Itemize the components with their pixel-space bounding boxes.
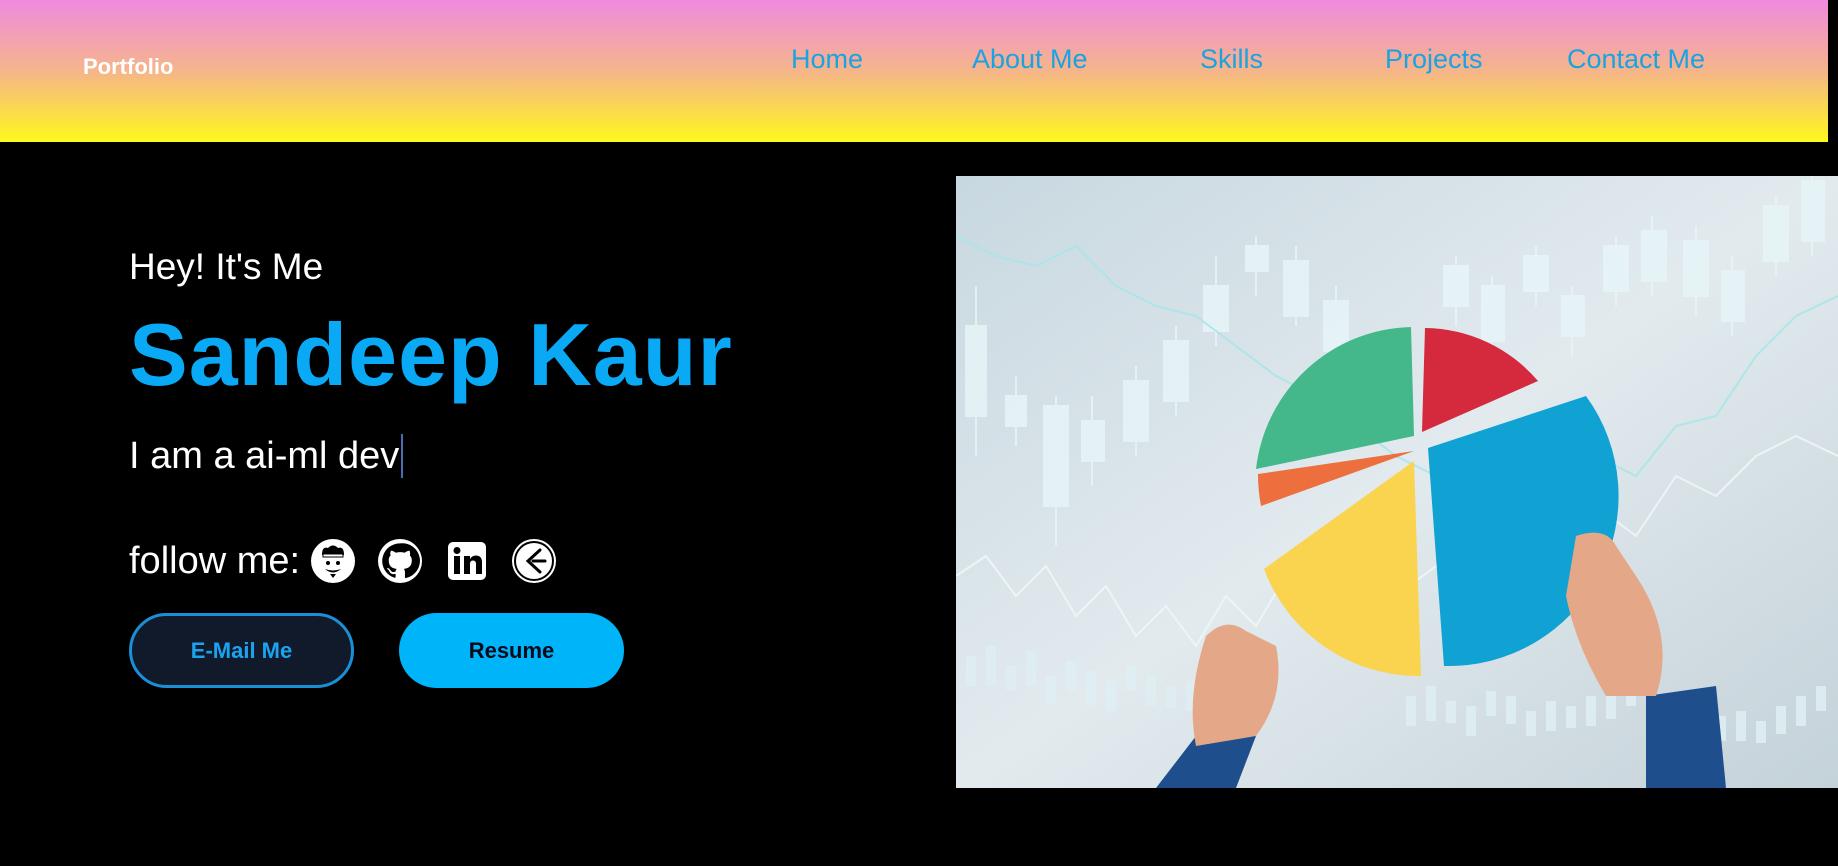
hero-name: Sandeep Kaur bbox=[129, 305, 733, 404]
codechef-icon[interactable] bbox=[310, 538, 356, 584]
resume-button[interactable]: Resume bbox=[399, 613, 624, 688]
nav-link-projects[interactable]: Projects bbox=[1385, 44, 1483, 75]
nav-link-skills[interactable]: Skills bbox=[1200, 44, 1263, 75]
tagline-text: I am a ai-ml dev bbox=[129, 434, 400, 477]
hero-image bbox=[956, 176, 1838, 788]
brand-logo[interactable]: Portfolio bbox=[83, 54, 173, 80]
linkedin-icon[interactable] bbox=[444, 538, 490, 584]
hero-tagline: I am a ai-ml dev bbox=[129, 434, 404, 478]
leetcode-icon[interactable] bbox=[511, 538, 557, 584]
github-icon[interactable] bbox=[377, 538, 423, 584]
email-me-button[interactable]: E-Mail Me bbox=[129, 613, 354, 688]
social-links: follow me: bbox=[129, 538, 578, 584]
hero-greeting: Hey! It's Me bbox=[129, 246, 324, 287]
nav-link-contact[interactable]: Contact Me bbox=[1567, 44, 1705, 75]
typing-cursor bbox=[401, 434, 404, 478]
nav-link-about[interactable]: About Me bbox=[972, 44, 1088, 75]
nav-link-home[interactable]: Home bbox=[791, 44, 863, 75]
follow-label: follow me: bbox=[129, 539, 301, 582]
navbar: Portfolio Home About Me Skills Projects … bbox=[0, 0, 1828, 142]
